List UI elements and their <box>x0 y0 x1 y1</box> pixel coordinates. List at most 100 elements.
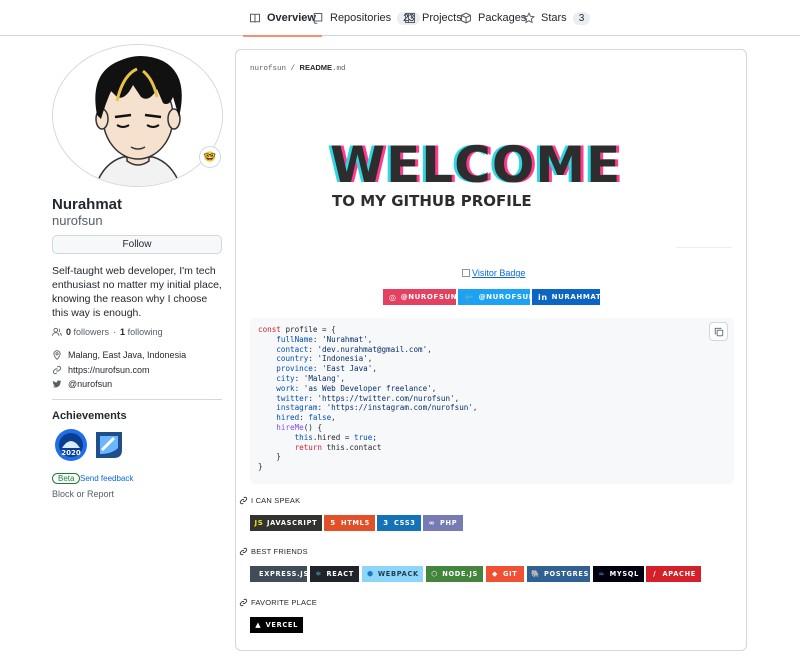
code-token: true <box>354 432 373 442</box>
speak-badge-label: PHP <box>440 519 458 527</box>
code-token: country <box>276 354 309 364</box>
beta-badge: Beta <box>52 473 81 484</box>
code-token: province <box>276 364 313 374</box>
code-token: , <box>367 334 373 344</box>
follow-button[interactable]: Follow <box>52 235 222 254</box>
package-icon <box>460 12 472 24</box>
code-token: 'Nurahmat' <box>322 334 368 344</box>
visitor-badge-alt: Visitor Badge <box>472 268 526 278</box>
crumb-ext: .md <box>332 65 346 73</box>
welcome-banner-subtitle: TO MY GITHUB PROFILE <box>332 192 532 210</box>
friends-badge[interactable]: ⬢ WEBPACK <box>362 566 423 582</box>
friends-badge[interactable]: ⚛ REACT <box>310 566 359 582</box>
linkedin-badge[interactable]: in NURAHMAT <box>532 289 602 305</box>
code-line: city: 'Malang', <box>258 374 478 384</box>
code-token: false <box>308 413 332 423</box>
code-line: contact: 'dev.nurahmat@gmail.com', <box>258 345 478 355</box>
code-token: : <box>294 373 304 383</box>
speak-title: I CAN SPEAK <box>251 496 301 505</box>
copy-button[interactable] <box>709 322 728 341</box>
crumb-separator: / <box>286 65 300 73</box>
postgres-icon: 🐘 <box>531 570 541 578</box>
code-line: } <box>258 462 478 472</box>
code-token: fullName <box>276 334 313 344</box>
following-link[interactable]: 1 following <box>120 327 163 337</box>
instagram-badge[interactable]: ◎ @NUROFSUN <box>383 289 457 305</box>
status-emoji[interactable]: 🤓 <box>199 146 221 168</box>
friends-badge-label: WEBPACK <box>377 570 419 578</box>
friends-badge[interactable]: 🐘 POSTGRES <box>527 566 590 582</box>
speak-badge[interactable]: JS JAVASCRIPT <box>250 515 322 531</box>
achievement-badge-1[interactable]: 2020 <box>54 428 88 462</box>
code-line: hired: false, <box>258 413 478 423</box>
tab-projects[interactable]: Projects <box>404 0 462 36</box>
friends-badge-label: EXPRESS.JS <box>259 570 309 578</box>
visitor-badge-link[interactable]: Visitor Badge <box>462 268 525 278</box>
react-icon: ⚛ <box>315 570 323 578</box>
code-token: city <box>276 373 295 383</box>
code-token: instagram <box>276 403 318 413</box>
friends-badge[interactable]: ⬡ NODE.JS <box>426 566 483 582</box>
crumb-user[interactable]: nurofsun <box>250 65 286 73</box>
profile-login: nurofsun <box>52 213 103 228</box>
friends-badge[interactable]: ◆ GIT <box>486 566 524 582</box>
avatar[interactable] <box>52 44 223 187</box>
following-count: 1 <box>120 327 126 337</box>
website-link[interactable]: https://nurofsun.com <box>68 365 150 375</box>
star-icon <box>523 12 535 24</box>
send-feedback-link[interactable]: Send feedback <box>80 474 133 483</box>
anchor-link-icon[interactable] <box>239 598 248 607</box>
book-icon <box>249 13 261 23</box>
pull-shark-icon <box>96 432 122 458</box>
speak-badge[interactable]: ∞ PHP <box>423 515 463 531</box>
code-line: country: 'Indonesia', <box>258 354 478 364</box>
friends-badge[interactable]: EXPRESS.JS <box>250 566 309 582</box>
code-token: this <box>294 432 313 442</box>
code-token: work <box>276 383 295 393</box>
code-token: 'as Web Developer freelance' <box>303 383 432 393</box>
code-token: } <box>258 452 281 462</box>
speak-badge[interactable]: 3 CSS3 <box>377 515 421 531</box>
code-token: , <box>367 354 373 364</box>
friends-badge[interactable]: / APACHE <box>646 566 701 582</box>
code-token: , <box>372 364 377 374</box>
friends-heading: BEST FRIENDS <box>239 547 308 556</box>
achievement-badge-2[interactable] <box>92 428 126 462</box>
place-badge[interactable]: ▲ VERCEL <box>250 617 303 633</box>
code-token: , <box>431 383 437 393</box>
code-token: ; <box>372 432 377 442</box>
twitter-icon: 🐦 <box>464 292 475 302</box>
anchor-link-icon[interactable] <box>239 496 248 505</box>
followers-link[interactable]: 0 followers <box>66 327 109 337</box>
friends-badge[interactable]: ≈ MYSQL <box>593 566 644 582</box>
tab-packages[interactable]: Packages <box>460 0 526 36</box>
linkedin-badge-label: NURAHMAT <box>551 293 602 301</box>
profile-name: Nurahmat <box>52 196 123 213</box>
code-token: profile = { <box>285 325 336 334</box>
code-token: , <box>340 373 345 383</box>
code-token: hireMe <box>276 422 304 432</box>
apache-icon: / <box>653 570 657 578</box>
avatar-illustration <box>53 45 222 186</box>
tab-overview[interactable]: Overview <box>243 0 322 37</box>
profile-bio: Self-taught web developer, I'm tech enth… <box>52 265 222 319</box>
anchor-link-icon[interactable] <box>239 547 248 556</box>
speak-badge-label: CSS3 <box>394 519 416 527</box>
tab-repositories-label: Repositories <box>330 12 392 24</box>
crumb-file[interactable]: README <box>300 63 333 72</box>
follow-stats: 0 followers · 1 following <box>52 327 163 337</box>
twitter-badge-label: @NUROFSUN <box>478 293 536 301</box>
code-token: () { <box>303 422 323 432</box>
tab-stars[interactable]: Stars 3 <box>523 0 591 36</box>
people-icon <box>52 327 62 336</box>
speak-badge[interactable]: 5 HTML5 <box>324 515 375 531</box>
divider <box>52 399 222 400</box>
code-token: hired <box>276 413 300 423</box>
twitter-badge[interactable]: 🐦 @NUROFSUN <box>458 289 535 305</box>
block-report-link[interactable]: Block or Report <box>52 489 114 499</box>
twitter-link[interactable]: @nurofsun <box>68 379 112 389</box>
